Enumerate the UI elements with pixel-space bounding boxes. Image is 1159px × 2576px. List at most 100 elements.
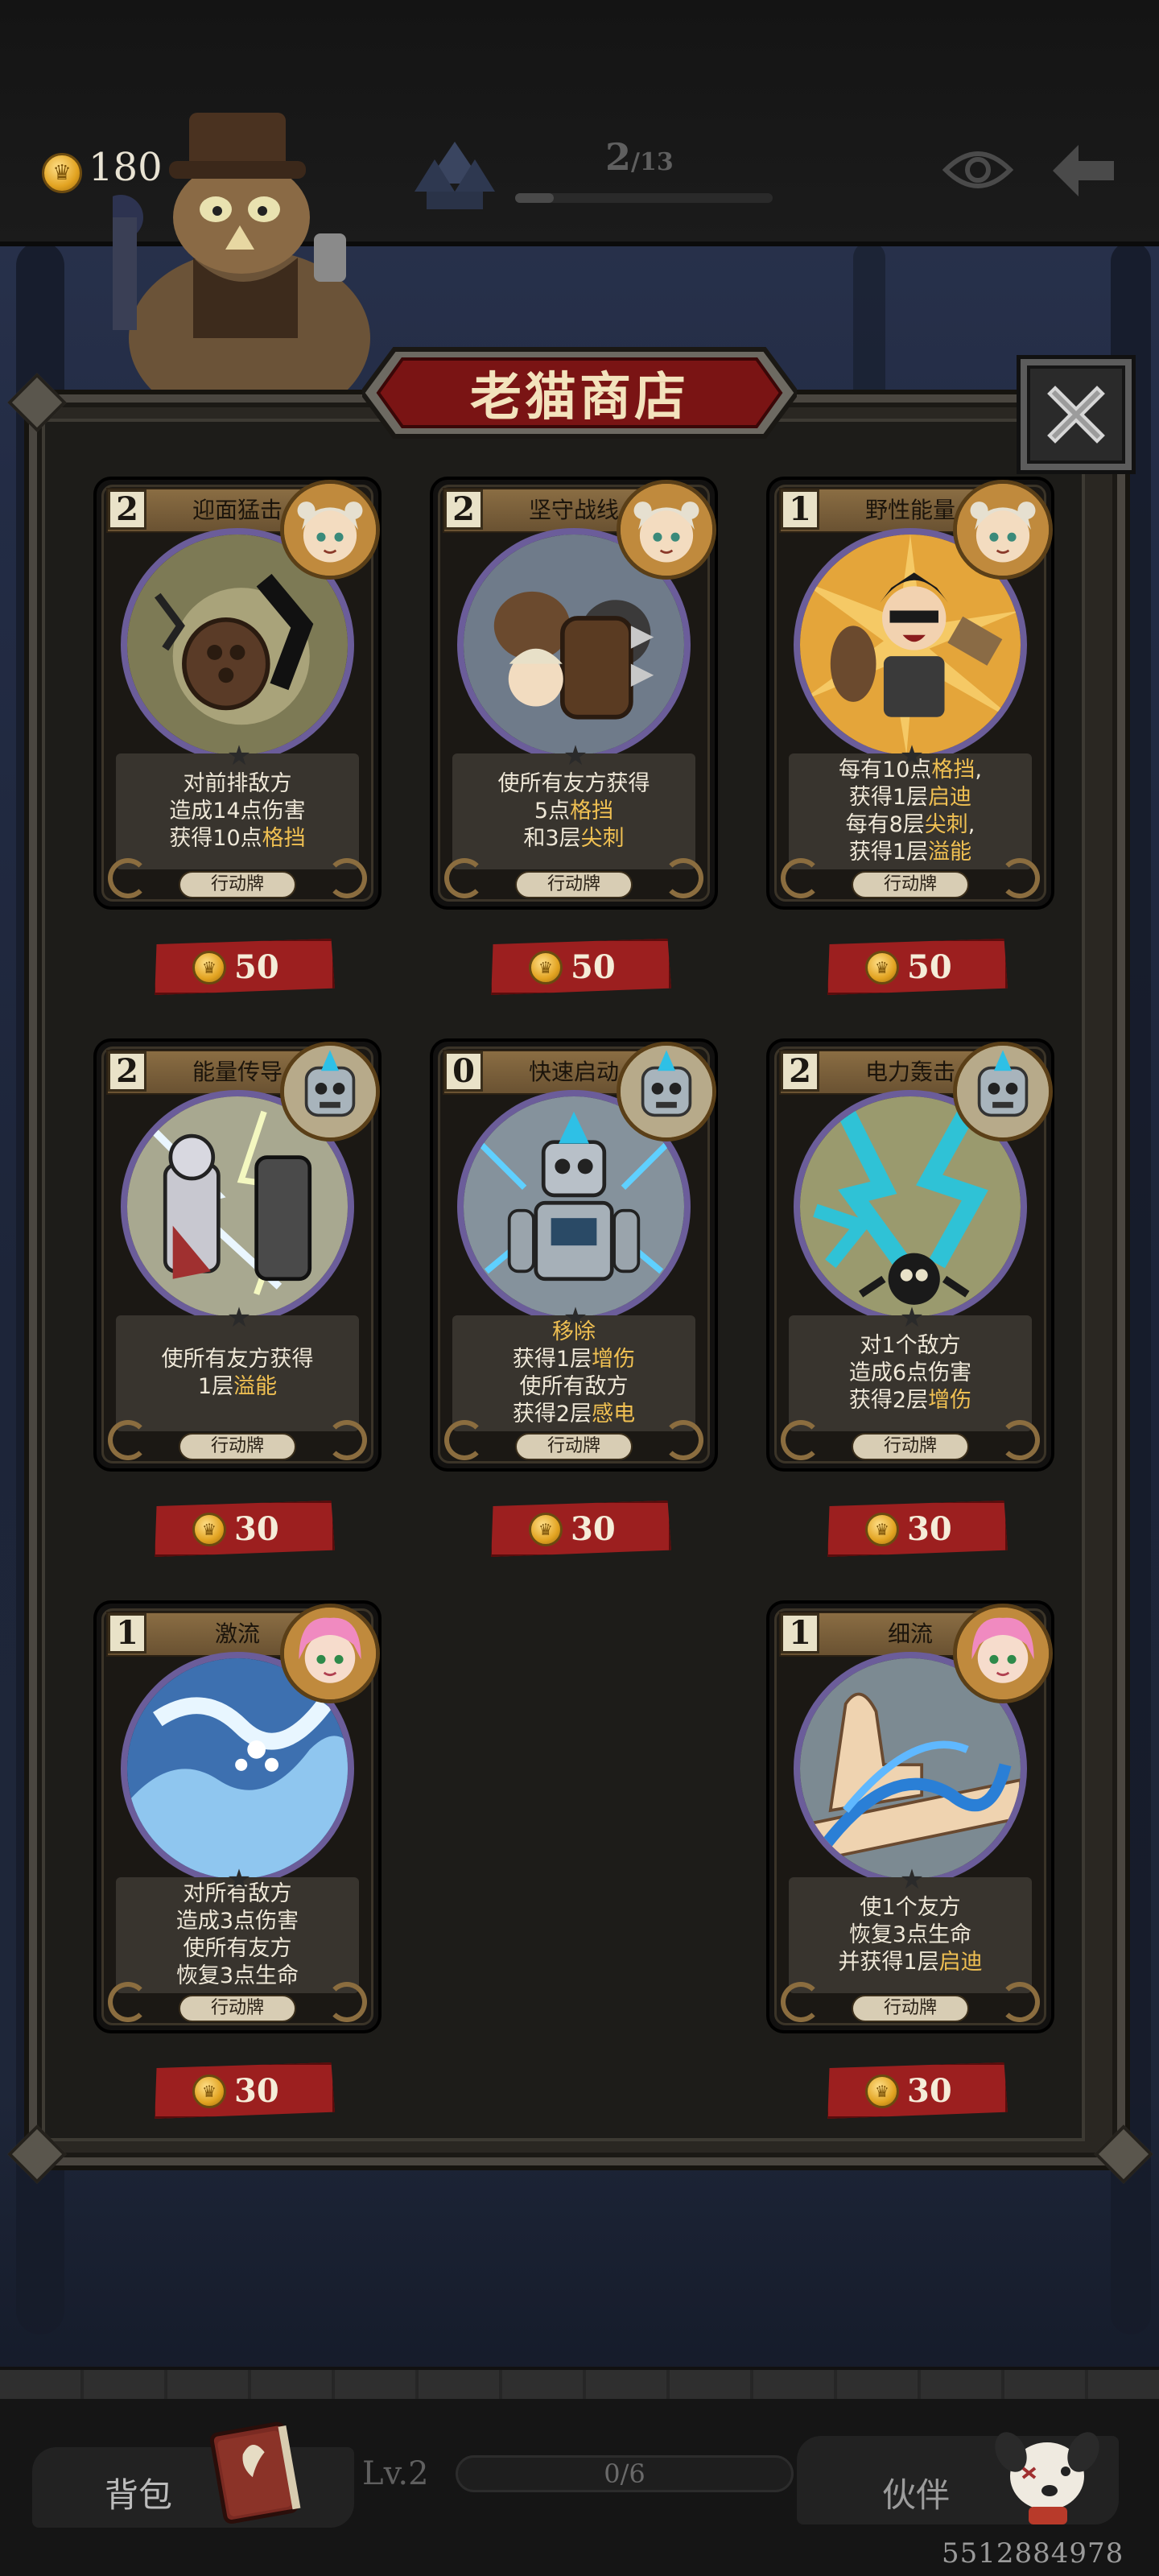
- card-desc-text: 恢复3点生命: [175, 1963, 299, 1988]
- card-type-label: 行动牌: [852, 1995, 969, 2022]
- shop-card[interactable]: 电力轰击 2 对1个敌方 造成6点伤害 获得2层增伤 ★ 行动牌: [769, 1042, 1053, 1468]
- shop-title: 老猫商店: [470, 367, 689, 427]
- stage-total: /13: [631, 148, 674, 176]
- card-keyword: 格挡: [931, 758, 975, 782]
- price-value: 30: [234, 2072, 279, 2110]
- card-desc-line: 和3层尖刺: [523, 825, 624, 852]
- card-desc-text: 使1个友方: [860, 1895, 961, 1920]
- portrait-illustration: [284, 484, 376, 576]
- card-desc-line: 获得1层增伤: [513, 1346, 635, 1373]
- star-icon: ★: [899, 1864, 925, 1896]
- portrait-illustration: [284, 1046, 376, 1137]
- card-desc-line: 获得1层溢能: [849, 839, 971, 866]
- card-cost: 1: [108, 1613, 146, 1653]
- swirl-ornament: [108, 1982, 148, 2022]
- swirl-ornament: [327, 1420, 367, 1460]
- camp-map-icon[interactable]: [410, 135, 499, 216]
- swirl-ornament: [444, 858, 485, 898]
- card-desc-text: 恢复3点生命: [848, 1922, 972, 1947]
- card-keyword: 启迪: [938, 1950, 983, 1975]
- card-cost: 2: [108, 1051, 146, 1092]
- swirl-ornament: [108, 1420, 148, 1460]
- price-tag[interactable]: ♛ 50: [491, 939, 671, 995]
- xp-progress-text: 0/6: [604, 2458, 645, 2489]
- shop-card[interactable]: 激流 1 对所有敌方 造成3点伤害 使所有友方 恢复3点生命 ★ 行动牌: [97, 1604, 380, 2030]
- card-desc-text: 使所有友方: [183, 1936, 292, 1961]
- gold-coin-icon: ♛: [865, 2074, 899, 2108]
- card-desc-line: 恢复3点生命: [176, 1963, 299, 1990]
- gold-coin-icon: ♛: [865, 951, 899, 985]
- eye-icon[interactable]: [942, 142, 1014, 198]
- card-desc-text: 造成14点伤害: [169, 799, 306, 824]
- back-arrow-icon[interactable]: [1046, 138, 1119, 203]
- star-icon: ★: [563, 1302, 588, 1334]
- book-icon[interactable]: [201, 2412, 314, 2524]
- shop-card[interactable]: 野性能量 1 每有10点格挡, 获得1层启迪 每有8层尖刺, 获得1层溢能 ★ 行动牌: [769, 480, 1053, 906]
- shop-card[interactable]: 坚守战线 2 使所有友方获得 5点格挡 和3层尖刺 ★ 行动牌: [433, 480, 716, 906]
- stage-progress-bar: [515, 193, 773, 203]
- bag-label: 背包: [105, 2475, 173, 2515]
- card-cost: 1: [781, 489, 819, 530]
- star-icon: ★: [226, 1864, 252, 1896]
- price-tag[interactable]: ♛ 30: [155, 1501, 335, 1557]
- card-desc-line: 获得2层增伤: [849, 1387, 971, 1414]
- card-cost: 1: [781, 1613, 819, 1653]
- swirl-ornament: [1000, 1420, 1040, 1460]
- swirl-ornament: [663, 1420, 703, 1460]
- shop-card[interactable]: 迎面猛击 2 对前排敌方 造成14点伤害 获得10点格挡 ★ 行动牌: [97, 480, 380, 906]
- card-type-label: 行动牌: [179, 871, 296, 898]
- swirl-ornament: [327, 858, 367, 898]
- merchant-toad-illustration: [113, 113, 370, 402]
- card-desc-text: 造成6点伤害: [848, 1360, 972, 1385]
- card-type-label: 行动牌: [179, 1995, 296, 2022]
- card-desc-line: 5点格挡: [534, 798, 613, 825]
- card-desc-line: 并获得1层启迪: [838, 1949, 982, 1976]
- gold-coin-icon: ♛: [42, 153, 82, 193]
- gold-coin-icon: ♛: [529, 951, 563, 985]
- card-type-label: 行动牌: [179, 1433, 296, 1460]
- card-desc-text: 5点: [534, 799, 571, 824]
- close-button[interactable]: [1021, 359, 1132, 470]
- card-type-label: 行动牌: [515, 1433, 633, 1460]
- swirl-ornament: [444, 1420, 485, 1460]
- card-desc-line: 使所有友方获得: [498, 770, 650, 798]
- card-desc-line: 使1个友方: [860, 1894, 960, 1922]
- card-desc-line: 使所有友方: [184, 1935, 292, 1963]
- price-tag[interactable]: ♛ 50: [155, 939, 335, 995]
- card-keyword: 格挡: [262, 826, 306, 851]
- portrait-illustration: [957, 1608, 1049, 1699]
- portrait-illustration: [621, 1046, 712, 1137]
- card-desc-line: 获得2层感电: [513, 1401, 635, 1428]
- card-desc-text: 使所有友方获得: [497, 771, 650, 796]
- card-keyword: 感电: [592, 1402, 636, 1426]
- card-desc-text: ,: [967, 812, 975, 837]
- card-cost: 2: [781, 1051, 819, 1092]
- card-keyword: 增伤: [592, 1347, 636, 1372]
- price-tag[interactable]: ♛ 30: [827, 2062, 1008, 2119]
- price-tag[interactable]: ♛ 30: [155, 2062, 335, 2119]
- character-portrait: [280, 1604, 380, 1703]
- card-desc-text: 获得1层: [848, 840, 929, 865]
- card-desc-text: 获得2层: [848, 1388, 929, 1413]
- card-desc-text: 获得10点: [169, 826, 262, 851]
- card-keyword: 增伤: [928, 1388, 972, 1413]
- price-value: 50: [907, 948, 952, 986]
- star-icon: ★: [226, 1302, 252, 1334]
- card-keyword: 尖刺: [924, 812, 968, 837]
- shop-card[interactable]: 快速启动 0 移除 获得1层增伤 使所有敌方 获得2层感电 ★ 行动牌: [433, 1042, 716, 1468]
- shop-card[interactable]: 能量传导 2 使所有友方获得 1层溢能 ★ 行动牌: [97, 1042, 380, 1468]
- price-tag[interactable]: ♛ 50: [827, 939, 1008, 995]
- card-desc-text: 并获得1层: [838, 1950, 939, 1975]
- shop-card[interactable]: 细流 1 使1个友方 恢复3点生命 并获得1层启迪 ★ 行动牌: [769, 1604, 1053, 2030]
- character-portrait: [617, 1042, 716, 1141]
- card-cost: 2: [108, 489, 146, 530]
- star-icon: ★: [226, 740, 252, 772]
- gold-coin-icon: ♛: [529, 1513, 563, 1546]
- card-keyword: 启迪: [928, 785, 972, 810]
- price-tag[interactable]: ♛ 30: [827, 1501, 1008, 1557]
- card-desc-text: 获得2层: [512, 1402, 592, 1426]
- dog-companion-icon[interactable]: [987, 2412, 1107, 2533]
- swirl-ornament: [1000, 1982, 1040, 2022]
- price-value: 30: [234, 1510, 279, 1548]
- price-tag[interactable]: ♛ 30: [491, 1501, 671, 1557]
